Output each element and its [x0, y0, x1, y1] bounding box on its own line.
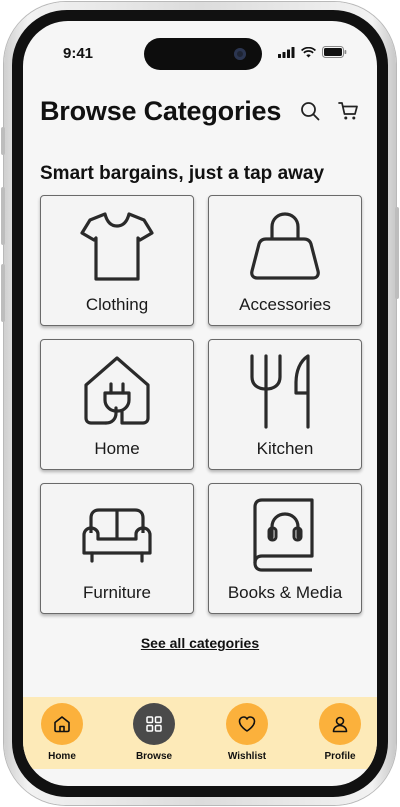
wifi-icon: [301, 46, 316, 57]
category-card-clothing[interactable]: Clothing: [40, 195, 194, 326]
tab-wishlist[interactable]: Wishlist: [211, 703, 283, 762]
tab-profile-circle: [319, 703, 361, 745]
category-grid: Clothing Accessories Home Kitchen Furnit…: [40, 195, 362, 614]
tab-browse-circle: [133, 703, 175, 745]
home-icon: [54, 716, 70, 733]
page-title: Browse Categories: [40, 95, 282, 126]
tab-wishlist-circle: [226, 703, 268, 745]
book-headphones-icon: [245, 496, 325, 576]
status-icons: [278, 46, 347, 58]
fork-knife-icon: [245, 352, 325, 432]
category-label: Accessories: [239, 295, 331, 314]
cart-button[interactable]: [335, 98, 361, 124]
volume-down-button: [1, 264, 5, 322]
power-button: [395, 207, 399, 299]
status-time: 9:41: [63, 45, 94, 62]
heart-icon: [238, 716, 256, 732]
search-button[interactable]: [297, 98, 323, 124]
bottom-tab-bar: Home Browse Wishlist Profile: [23, 697, 377, 769]
tab-label: Wishlist: [227, 751, 267, 762]
tshirt-icon: [77, 208, 157, 288]
handbag-icon: [245, 208, 325, 288]
camera-icon: [234, 48, 246, 60]
status-bar: 9:41: [23, 21, 377, 71]
section-subtitle: Smart bargains, just a tap away: [40, 163, 325, 184]
grid-icon: [146, 716, 162, 732]
category-card-kitchen[interactable]: Kitchen: [208, 339, 362, 470]
battery-icon: [322, 46, 347, 58]
category-card-home[interactable]: Home: [40, 339, 194, 470]
tab-browse[interactable]: Browse: [118, 703, 190, 762]
tab-label: Home: [48, 751, 76, 762]
category-label: Home: [94, 439, 140, 458]
category-label: Books & Media: [227, 583, 343, 602]
category-label: Clothing: [85, 295, 149, 314]
search-icon: [301, 102, 320, 121]
category-card-furniture[interactable]: Furniture: [40, 483, 194, 614]
header: Browse Categories: [40, 91, 361, 131]
sofa-icon: [77, 496, 157, 576]
screen: 9:41 Browse Categories Smart bargains, j…: [23, 21, 377, 786]
dynamic-island: [144, 38, 262, 70]
category-label: Furniture: [82, 583, 152, 602]
action-button: [1, 127, 5, 155]
see-all-container: See all categories: [23, 635, 377, 653]
tab-label: Profile: [324, 751, 356, 762]
category-label: Kitchen: [256, 439, 314, 458]
category-card-accessories[interactable]: Accessories: [208, 195, 362, 326]
see-all-categories-link[interactable]: See all categories: [141, 635, 259, 651]
category-card-books-media[interactable]: Books & Media: [208, 483, 362, 614]
house-plug-icon: [77, 352, 157, 432]
tab-label: Browse: [135, 751, 173, 762]
tab-profile[interactable]: Profile: [304, 703, 376, 762]
bezel: 9:41 Browse Categories Smart bargains, j…: [12, 10, 388, 797]
tab-home-circle: [41, 703, 83, 745]
tab-home[interactable]: Home: [26, 703, 98, 762]
signal-icon: [278, 46, 295, 58]
cart-icon: [337, 102, 358, 120]
user-icon: [332, 716, 348, 733]
phone-frame: 9:41 Browse Categories Smart bargains, j…: [1, 2, 399, 805]
volume-up-button: [1, 187, 5, 245]
